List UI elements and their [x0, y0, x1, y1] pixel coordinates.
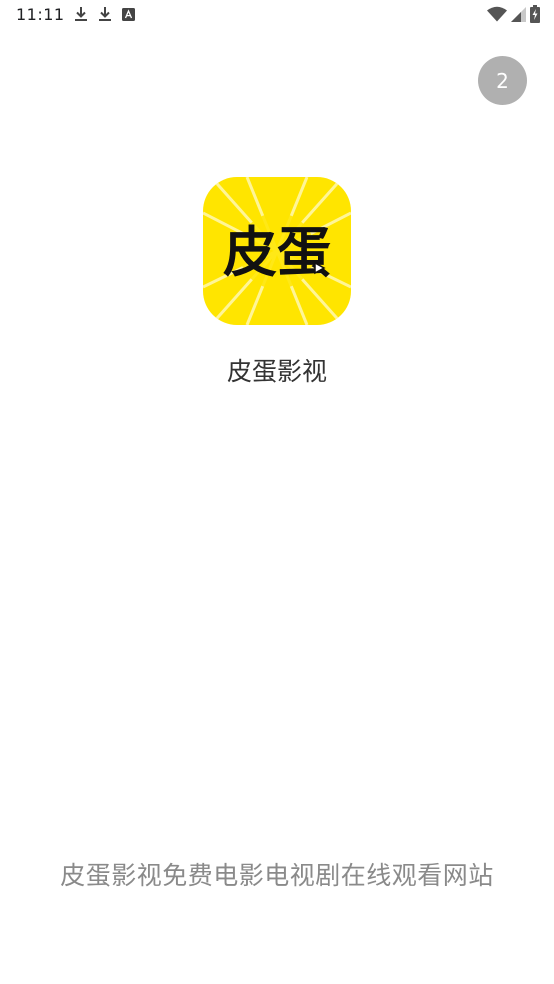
splash-screen: 11:11 2 皮蛋 皮蛋影视 皮蛋影视免费电影电视剧在线观看网站 [0, 0, 554, 984]
status-bar: 11:11 [0, 0, 554, 30]
status-system-icons [487, 5, 540, 23]
wifi-icon [487, 6, 507, 22]
app-name: 皮蛋影视 [226, 357, 327, 386]
app-notification-icon [122, 7, 135, 21]
app-logo: 皮蛋 [203, 177, 351, 325]
download-icon [74, 6, 88, 22]
logo-text: 皮蛋 [223, 221, 331, 284]
status-time: 11:11 [16, 5, 65, 24]
tagline: 皮蛋影视免费电影电视剧在线观看网站 [60, 861, 494, 890]
battery-charging-icon [530, 5, 540, 23]
status-notification-icons [74, 6, 135, 22]
download-icon [98, 6, 112, 22]
skip-countdown-button[interactable]: 2 [478, 56, 527, 105]
countdown-number: 2 [496, 68, 509, 93]
cell-signal-icon [511, 6, 526, 22]
